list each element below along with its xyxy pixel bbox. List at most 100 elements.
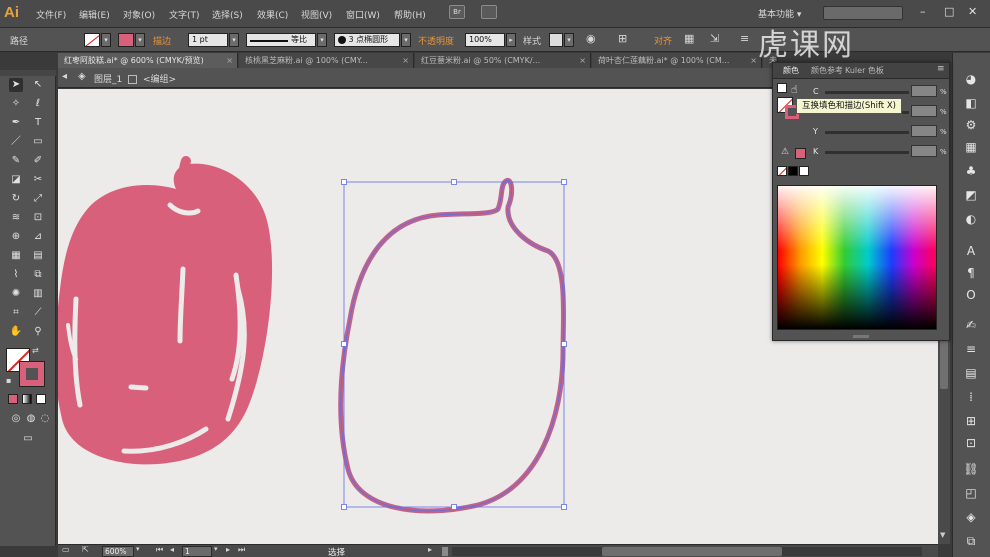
stroke-dropdown[interactable]: ▾	[135, 33, 145, 47]
panel-resize-grip[interactable]	[853, 335, 869, 338]
jujube-illustration[interactable]	[58, 156, 272, 465]
maximize-icon[interactable]: □	[944, 5, 954, 18]
cyan-value-field[interactable]	[911, 85, 937, 97]
out-of-gamut-icon[interactable]: ⚠	[781, 147, 789, 157]
scroll-down-icon[interactable]: ▼	[940, 531, 945, 539]
zoom-tool-icon[interactable]: ⚲	[31, 325, 45, 339]
stroke-weight-dropdown[interactable]: ▾	[229, 33, 239, 47]
brush-dropdown[interactable]: ▾	[401, 33, 411, 47]
tab-close-icon[interactable]: ×	[579, 53, 586, 68]
prev-artboard-icon[interactable]: ◂	[170, 545, 174, 554]
back-arrow-icon[interactable]: ◂	[62, 71, 67, 82]
white-swatch[interactable]	[799, 166, 809, 176]
close-icon[interactable]: ✕	[968, 5, 977, 18]
bounding-box-handle[interactable]	[341, 341, 347, 347]
hscroll-thumb[interactable]	[602, 547, 782, 556]
yellow-value-field[interactable]	[911, 125, 937, 137]
graphic-style-dropdown[interactable]: ▾	[564, 33, 574, 47]
tab-document-2[interactable]: 核桃黑芝麻粉.ai @ 100% (CMY... ×	[239, 53, 414, 68]
symbol-sprayer-tool-icon[interactable]: ✺	[9, 287, 23, 301]
symbols-icon[interactable]: ♣	[963, 163, 979, 179]
bounding-box-handle[interactable]	[561, 179, 567, 185]
help-search-input[interactable]	[823, 6, 903, 20]
image-trace-icon[interactable]: ◰	[963, 485, 979, 501]
isolate-icon[interactable]: ⇲	[710, 32, 719, 45]
color-panel-icon[interactable]: ◕	[963, 71, 979, 87]
tab-document-3[interactable]: 红豆薏米粉.ai @ 50% (CMYK/... ×	[415, 53, 591, 68]
black-value-field[interactable]	[911, 145, 937, 157]
graphic-style-swatch[interactable]	[549, 33, 563, 47]
bounding-box-handle[interactable]	[451, 504, 457, 510]
bridge-button[interactable]: Br	[449, 5, 465, 19]
menu-window[interactable]: 窗口(W)	[346, 8, 380, 21]
workspace-switcher[interactable]: 基本功能 ▾	[758, 7, 801, 20]
tab-color-guide[interactable]: 颜色参考	[811, 65, 843, 76]
profile-dropdown[interactable]: ▾	[317, 33, 327, 47]
gamut-swatch[interactable]	[795, 148, 806, 159]
gradient-panel-icon[interactable]: ▤	[963, 365, 979, 381]
magic-wand-tool-icon[interactable]: ✧	[9, 97, 23, 111]
brush-definition[interactable]: 3 点椭圆形	[334, 33, 400, 47]
hand-tool-icon[interactable]: ✋	[9, 325, 23, 339]
share-icon[interactable]: ⇱	[82, 545, 89, 554]
graphic-styles-icon[interactable]: ◩	[963, 187, 979, 203]
character-icon[interactable]: A	[963, 243, 979, 259]
stroke-label[interactable]: 描边	[153, 34, 171, 47]
stroke-color-box[interactable]	[19, 361, 45, 387]
brushes-icon[interactable]: ✍	[963, 317, 979, 333]
swatches-icon[interactable]: ▦	[963, 139, 979, 155]
paintbrush-tool-icon[interactable]: ✎	[9, 154, 23, 168]
none-mode-icon[interactable]	[36, 394, 46, 404]
bounding-box-handle[interactable]	[561, 341, 567, 347]
minimize-icon[interactable]: –	[920, 5, 926, 18]
rectangle-tool-icon[interactable]: ▭	[31, 135, 45, 149]
selection-tool-icon[interactable]: ➤	[9, 78, 23, 92]
arrange-documents-icon[interactable]	[481, 5, 497, 19]
bounding-box-handle[interactable]	[451, 179, 457, 185]
opacity-label[interactable]: 不透明度	[418, 34, 454, 47]
draw-normal-icon[interactable]: ◎	[9, 412, 23, 426]
warp-tool-icon[interactable]: ≋	[9, 211, 23, 225]
variable-width-profile[interactable]: 等比	[246, 33, 316, 47]
fill-dropdown[interactable]: ▾	[101, 33, 111, 47]
align-grid-icon[interactable]: ⊞	[618, 32, 627, 45]
small-fill-icon[interactable]	[777, 83, 787, 93]
appearance-icon[interactable]: ⚙	[963, 117, 979, 133]
rotate-tool-icon[interactable]: ↻	[9, 192, 23, 206]
tab-close-icon[interactable]: ×	[226, 53, 233, 68]
mesh-tool-icon[interactable]: ▦	[9, 249, 23, 263]
tab-color[interactable]: 颜色	[783, 65, 799, 76]
hscroll-left-icon[interactable]	[442, 547, 448, 556]
menu-type[interactable]: 文字(T)	[169, 8, 200, 21]
panel-menu-icon[interactable]: ≡	[937, 64, 945, 74]
none-swatch[interactable]	[777, 166, 787, 176]
screen-mode-icon[interactable]: ▭	[18, 432, 38, 446]
magenta-value-field[interactable]	[911, 105, 937, 117]
eyedropper-tool-icon[interactable]: ⌇	[9, 268, 23, 282]
free-transform-tool-icon[interactable]: ⊡	[31, 211, 45, 225]
recolor-icon[interactable]: ◉	[586, 32, 596, 45]
scissors-tool-icon[interactable]: ✂	[31, 173, 45, 187]
opentype-icon[interactable]: O	[963, 287, 979, 303]
menu-edit[interactable]: 编辑(E)	[79, 8, 110, 21]
menu-object[interactable]: 对象(O)	[123, 8, 155, 21]
tab-close-icon[interactable]: ×	[402, 53, 409, 68]
direct-selection-tool-icon[interactable]: ↖	[31, 78, 45, 92]
black-slider[interactable]	[825, 151, 909, 154]
stroke-swatch[interactable]	[118, 33, 134, 47]
menu-select[interactable]: 选择(S)	[212, 8, 243, 21]
opacity-dropdown[interactable]: ▸	[506, 33, 516, 47]
breadcrumb-group[interactable]: <编组>	[143, 75, 176, 85]
type-tool-icon[interactable]: T	[31, 116, 45, 130]
next-artboard-icon[interactable]: ▸	[226, 545, 230, 554]
zoom-field[interactable]: 600%	[102, 546, 134, 557]
layers-icon[interactable]: ◈	[963, 509, 979, 525]
opacity-field[interactable]: 100%	[465, 33, 505, 47]
draw-inside-icon[interactable]: ◌	[38, 412, 52, 426]
transparency-icon[interactable]: ◐	[963, 211, 979, 227]
cyan-slider[interactable]	[825, 91, 909, 94]
bounding-box-handle[interactable]	[341, 504, 347, 510]
black-swatch[interactable]	[788, 166, 798, 176]
artboard-dropdown-icon[interactable]: ▾	[214, 545, 218, 553]
menu-file[interactable]: 文件(F)	[36, 8, 66, 21]
